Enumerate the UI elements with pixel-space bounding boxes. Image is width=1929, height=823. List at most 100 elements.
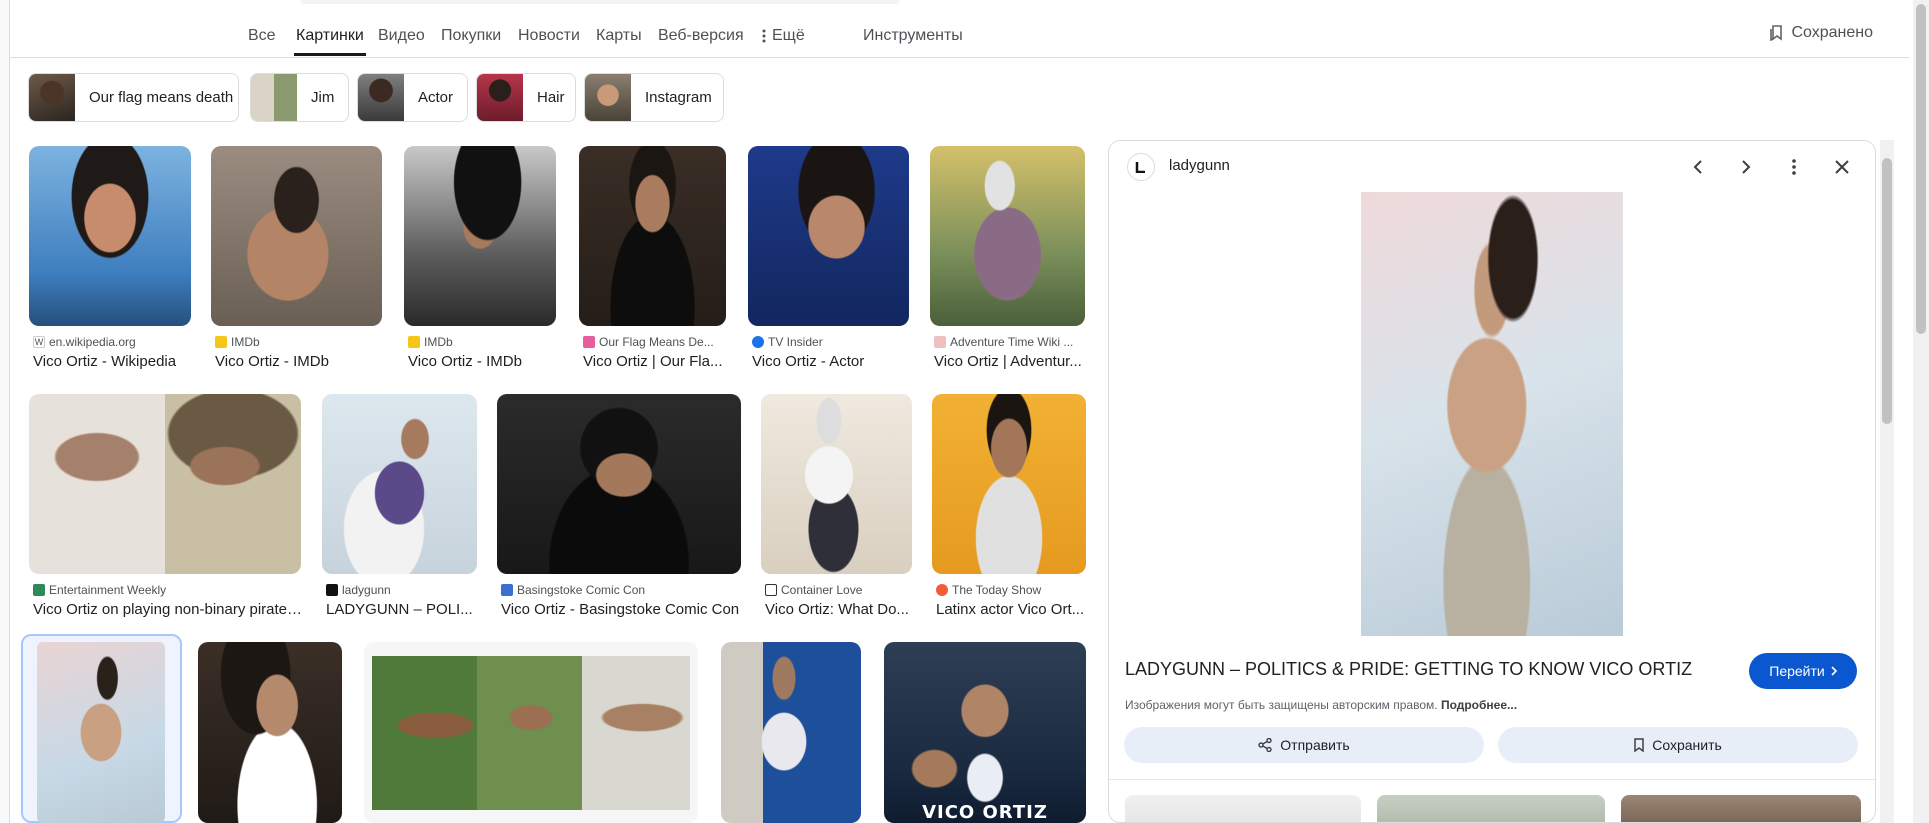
collage-image <box>372 656 690 810</box>
page-scrollbar[interactable] <box>1913 0 1929 823</box>
close-panel-button[interactable] <box>1828 153 1856 181</box>
result-source: Our Flag Means De... <box>599 335 714 349</box>
ladygunn-icon <box>326 584 338 596</box>
result-source: IMDb <box>424 335 453 349</box>
imdb-icon <box>215 336 227 348</box>
preview-image[interactable] <box>1361 192 1623 636</box>
result-title[interactable]: Vico Ortiz - IMDb <box>408 353 558 370</box>
related-image[interactable] <box>1377 795 1605 822</box>
poster-text: VICO ORTIZ <box>922 802 1048 823</box>
site-icon <box>583 336 595 348</box>
site-icon <box>501 584 513 596</box>
result-source: TV Insider <box>768 335 823 349</box>
chip-instagram[interactable]: Instagram <box>584 73 724 122</box>
tab-video[interactable]: Видео <box>378 27 425 45</box>
related-image[interactable] <box>1621 795 1861 822</box>
saved-label: Сохранено <box>1791 24 1873 41</box>
copyright-notice: Изображения могут быть защищены авторски… <box>1125 698 1517 712</box>
result-source: Basingstoke Comic Con <box>517 583 646 597</box>
chip-thumbnail <box>29 74 75 121</box>
result-image[interactable]: VICO ORTIZ <box>884 642 1086 823</box>
result-image[interactable] <box>364 642 698 823</box>
today-icon <box>936 584 948 596</box>
result-title[interactable]: Vico Ortiz on playing non-binary pirate … <box>33 601 303 618</box>
chip-label: Jim <box>311 89 335 106</box>
wikipedia-icon: W <box>33 336 45 348</box>
result-source: The Today Show <box>952 583 1042 597</box>
preview-title[interactable]: LADYGUNN – POLITICS & PRIDE: GETTING TO … <box>1125 659 1692 680</box>
tab-maps[interactable]: Карты <box>596 27 642 45</box>
preview-site-name[interactable]: ladygunn <box>1169 157 1230 174</box>
tab-shopping[interactable]: Покупки <box>441 27 501 45</box>
tab-news[interactable]: Новости <box>518 27 580 45</box>
result-title[interactable]: Vico Ortiz - IMDb <box>215 353 383 370</box>
result-image[interactable] <box>198 642 342 823</box>
panel-scrollbar-thumb[interactable] <box>1882 158 1892 424</box>
tab-web[interactable]: Веб-версия <box>658 27 744 45</box>
learn-more-link[interactable]: Подробнее... <box>1441 698 1517 712</box>
left-strip <box>0 0 10 823</box>
related-image[interactable] <box>1125 795 1361 822</box>
result-source: IMDb <box>231 335 260 349</box>
ew-icon <box>33 584 45 596</box>
result-image[interactable] <box>322 394 477 574</box>
divider <box>1109 779 1875 780</box>
chip-our-flag-means-death[interactable]: Our flag means death <box>28 73 239 122</box>
chevron-right-icon <box>1742 160 1751 174</box>
page-scrollbar-thumb[interactable] <box>1916 4 1926 334</box>
close-icon <box>1835 160 1849 174</box>
result-image[interactable] <box>932 394 1086 574</box>
chip-label: Actor <box>418 89 454 106</box>
chip-thumbnail <box>358 74 404 121</box>
result-title[interactable]: Latinx actor Vico Ort... <box>936 601 1086 618</box>
preview-header: ladygunn <box>1109 141 1875 191</box>
chip-jim[interactable]: Jim <box>250 73 349 122</box>
chip-thumbnail <box>585 74 631 121</box>
result-image[interactable] <box>404 146 556 326</box>
share-icon <box>1258 738 1272 752</box>
result-title[interactable]: Vico Ortiz - Actor <box>752 353 910 370</box>
visit-label: Перейти <box>1769 663 1825 679</box>
result-image[interactable] <box>211 146 382 326</box>
result-image[interactable] <box>29 146 191 326</box>
result-source: Entertainment Weekly <box>49 583 167 597</box>
result-title[interactable]: Vico Ortiz | Our Fla... <box>583 353 728 370</box>
result-title[interactable]: Vico Ortiz | Adventur... <box>934 353 1086 370</box>
tab-more-label: Ещё <box>772 27 805 44</box>
chip-hair[interactable]: Hair <box>476 73 576 122</box>
result-image[interactable] <box>37 642 165 823</box>
tab-images[interactable]: Картинки <box>294 27 366 56</box>
tab-more[interactable]: Ещё <box>762 27 805 45</box>
result-image[interactable] <box>29 394 301 574</box>
result-source: en.wikipedia.org <box>49 335 136 349</box>
saved-button[interactable]: Сохранено <box>1769 24 1873 42</box>
next-result-button[interactable] <box>1732 153 1760 181</box>
tools-button[interactable]: Инструменты <box>863 27 963 45</box>
result-image[interactable] <box>748 146 909 326</box>
result-title[interactable]: Vico Ortiz: What Do... <box>765 601 913 618</box>
site-icon <box>765 584 777 596</box>
more-options-button[interactable] <box>1780 153 1808 181</box>
result-image[interactable] <box>761 394 912 574</box>
result-image[interactable] <box>930 146 1085 326</box>
result-title[interactable]: LADYGUNN – POLI... <box>326 601 478 618</box>
result-image[interactable] <box>497 394 741 574</box>
fandom-icon <box>934 336 946 348</box>
tab-all[interactable]: Все <box>248 27 276 45</box>
prev-result-button[interactable] <box>1684 153 1712 181</box>
chevron-left-icon <box>1693 160 1702 174</box>
chip-actor[interactable]: Actor <box>357 73 468 122</box>
save-button[interactable]: Сохранить <box>1498 727 1858 763</box>
share-button[interactable]: Отправить <box>1124 727 1484 763</box>
result-title[interactable]: Vico Ortiz - Basingstoke Comic Con <box>501 601 741 618</box>
result-source: Container Love <box>781 583 863 597</box>
visit-button[interactable]: Перейти <box>1749 653 1857 689</box>
bookmark-icon <box>1634 738 1644 752</box>
chip-thumbnail <box>251 74 297 121</box>
more-vert-icon <box>762 29 766 43</box>
more-vert-icon <box>1792 159 1796 175</box>
result-title[interactable]: Vico Ortiz - Wikipedia <box>33 353 193 370</box>
result-source: ladygunn <box>342 583 391 597</box>
result-image[interactable] <box>579 146 726 326</box>
result-image[interactable] <box>721 642 861 823</box>
